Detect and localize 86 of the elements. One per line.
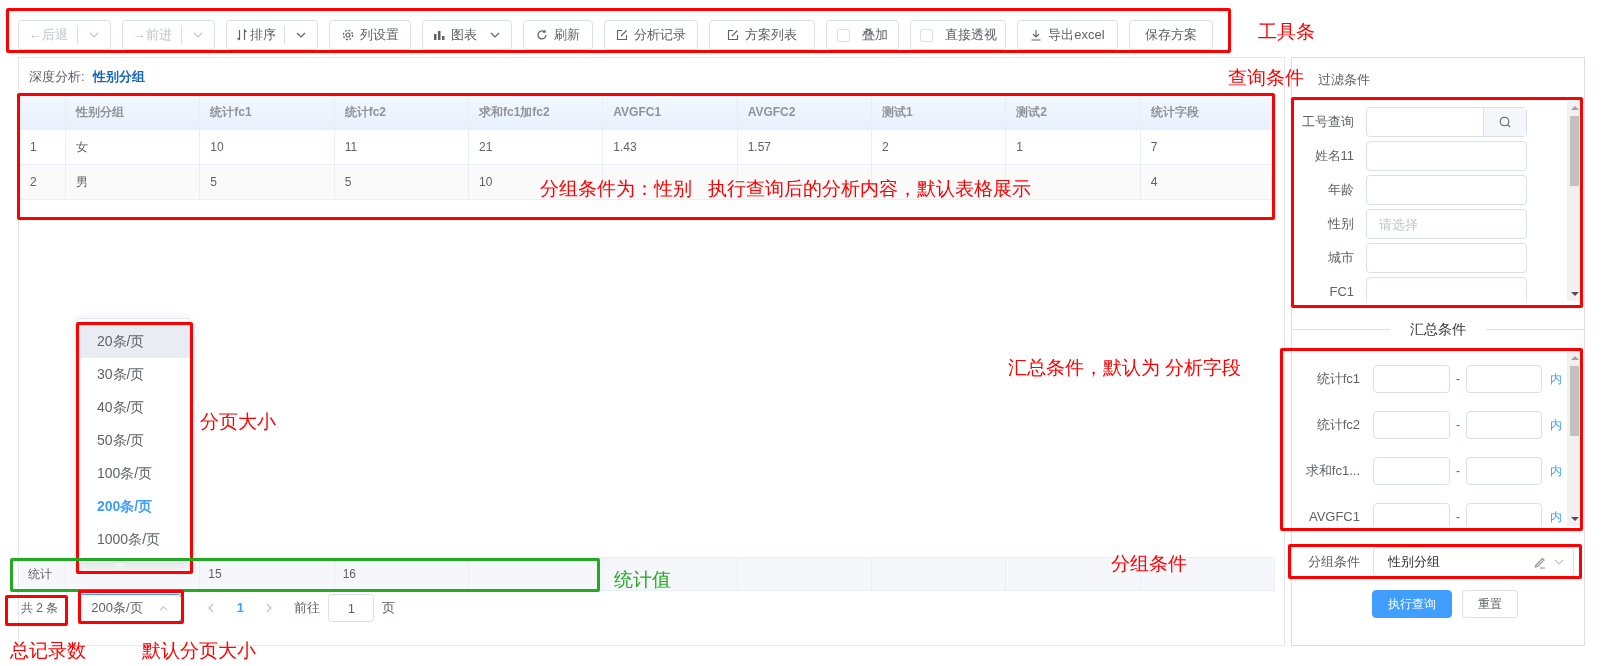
gear-icon[interactable] (341, 29, 354, 41)
annotation-label: 默认分页大小 (142, 639, 256, 663)
input-field[interactable] (1373, 457, 1450, 485)
toolbar-button[interactable]: 列设置 (329, 20, 411, 50)
table-cell-text: 5 (210, 174, 217, 191)
pencil-icon[interactable] (1533, 555, 1547, 569)
annotation-label: 统计值 (614, 568, 671, 592)
page-input[interactable]: 1 (328, 594, 375, 622)
input-field[interactable] (1466, 365, 1542, 393)
table-cell-text: 2 (882, 139, 889, 156)
field-label: 分组条件 (1307, 553, 1360, 572)
input-field[interactable] (1366, 141, 1527, 171)
checkbox-button[interactable]: 叠加 (826, 20, 899, 50)
toolbar-button[interactable]: 保存方案 (1129, 20, 1213, 50)
input-field[interactable] (1373, 411, 1450, 439)
field-label: 姓名11 (1313, 147, 1355, 166)
table-cell-text: 1.43 (613, 139, 637, 156)
table-cell-text: 男 (76, 174, 88, 191)
search-icon[interactable] (1499, 116, 1511, 128)
breadcrumb-value: 性别分组 (92, 67, 145, 86)
toolbar-button[interactable]: 刷新 (523, 20, 593, 50)
annotation-label: 分组条件 (1111, 552, 1187, 576)
goto-suffix: 页 (382, 599, 396, 618)
field-label: 工号查询 (1301, 113, 1355, 132)
input-field[interactable] (1366, 243, 1527, 273)
annotation-label: 分组条件为：性别 执行查询后的分析内容，默认表格展示 (540, 177, 1031, 201)
toolbar-button[interactable]: 分析记录 (604, 20, 698, 50)
section-title: 汇总条件 (1409, 319, 1467, 339)
edit-icon[interactable] (616, 29, 628, 41)
table-cell-text: 1 (1016, 139, 1023, 156)
field-label: 性别 (1327, 215, 1355, 234)
table-cell-text: 1.57 (747, 139, 771, 156)
annotation-label: 总记录数 (10, 639, 86, 663)
annotation-label: 工具条 (1258, 20, 1315, 44)
search-button[interactable] (1483, 108, 1526, 136)
field-label: 城市 (1327, 249, 1355, 268)
download-icon[interactable] (1030, 29, 1043, 41)
panel-title: 过滤条件 (1318, 70, 1370, 89)
input-field[interactable] (1373, 365, 1450, 393)
field-label: AVGFC1 (1307, 508, 1360, 526)
table-cell-text: 1 (30, 139, 37, 156)
checkbox[interactable] (837, 28, 850, 42)
menu-item[interactable]: 20条/页 (77, 325, 190, 358)
search-field[interactable] (1366, 107, 1527, 137)
input-field[interactable] (1466, 503, 1542, 526)
sort-icon[interactable] (235, 29, 248, 41)
input-field[interactable] (1466, 411, 1542, 439)
dropdown-button[interactable]: 图表 (422, 20, 512, 50)
table-cell-text: 4 (1150, 174, 1158, 191)
field-label: 求和fc1... (1304, 462, 1360, 481)
table-cell-text: 21 (479, 139, 493, 156)
range-separator: - (1455, 463, 1461, 480)
range-separator: - (1455, 371, 1461, 388)
annotation-label: 分页大小 (200, 410, 276, 434)
input-field[interactable] (1366, 277, 1527, 301)
reset-button[interactable]: 重置 (1462, 590, 1518, 618)
split-button[interactable]: 排序 (226, 20, 318, 50)
select-field[interactable]: 请选择 (1366, 209, 1527, 239)
field-label: 统计fc2 (1315, 416, 1360, 435)
table-cell-text: 2 (30, 174, 37, 191)
field-label: 年龄 (1327, 181, 1355, 200)
refresh-icon[interactable] (536, 29, 548, 41)
goto-label: 前往 (294, 599, 321, 618)
input-field[interactable] (1373, 503, 1450, 526)
table-cell-text: 5 (344, 174, 352, 191)
annotation-label: 查询条件 (1228, 66, 1304, 90)
toolbar-button[interactable]: 方案列表 (709, 20, 815, 50)
field-label: 统计fc1 (1315, 370, 1360, 389)
table-cell-text: 11 (344, 139, 358, 156)
input-field[interactable] (1366, 175, 1527, 205)
table-cell-text: 10 (210, 139, 224, 156)
field-label: FC1 (1328, 283, 1355, 301)
range-separator: - (1455, 509, 1461, 526)
checkbox-button[interactable]: 直接透视 (910, 20, 1006, 50)
breadcrumb-label: 深度分析: (29, 67, 85, 86)
annotation-label: 汇总条件，默认为 分析字段 (1008, 356, 1242, 380)
input-field[interactable] (1466, 457, 1542, 485)
table-cell-text: 10 (479, 174, 493, 191)
table-cell-text: 7 (1150, 139, 1158, 156)
bar-chart-icon[interactable] (433, 30, 445, 40)
checkbox[interactable] (919, 28, 933, 42)
toolbar-button[interactable]: 导出excel (1017, 20, 1118, 50)
range-separator: - (1455, 417, 1461, 434)
edit-icon[interactable] (727, 29, 739, 41)
table-cell-text: 女 (76, 139, 88, 156)
total-count: 共 2 条 (21, 600, 59, 617)
